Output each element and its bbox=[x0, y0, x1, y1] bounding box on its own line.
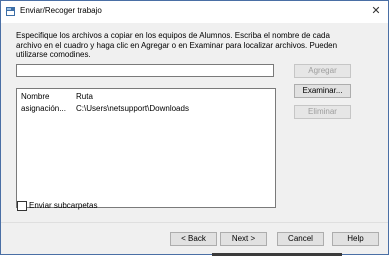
list-item[interactable]: asignación... C:\Users\netsupport\Downlo… bbox=[17, 103, 275, 114]
send-subfolders-checkbox[interactable] bbox=[17, 201, 27, 211]
window-title: Enviar/Recoger trabajo bbox=[20, 6, 102, 15]
next-button[interactable]: Next > bbox=[220, 232, 267, 246]
dialog-content: Especifique los archivos a copiar en los… bbox=[1, 24, 388, 223]
add-button[interactable]: Agregar bbox=[294, 64, 351, 78]
remove-button[interactable]: Eliminar bbox=[294, 105, 351, 119]
instructions-text: Especifique los archivos a copiar en los… bbox=[16, 31, 338, 59]
column-header-name[interactable]: Nombre bbox=[21, 92, 49, 101]
back-button[interactable]: < Back bbox=[170, 232, 217, 246]
close-icon[interactable]: ✕ bbox=[370, 6, 382, 18]
cancel-button[interactable]: Cancel bbox=[277, 232, 324, 246]
browse-button[interactable]: Examinar... bbox=[294, 84, 351, 98]
list-item-path: C:\Users\netsupport\Downloads bbox=[76, 104, 189, 113]
title-bar[interactable]: Enviar/Recoger trabajo ✕ bbox=[1, 1, 388, 24]
send-subfolders-label: Enviar subcarpetas bbox=[29, 201, 98, 210]
list-item-name: asignación... bbox=[21, 104, 66, 113]
list-header: Nombre Ruta bbox=[17, 89, 275, 102]
wizard-footer: < Back Next > Cancel Help bbox=[1, 222, 388, 254]
column-header-path[interactable]: Ruta bbox=[76, 92, 93, 101]
wizard-dialog: Enviar/Recoger trabajo ✕ Especifique los… bbox=[0, 0, 389, 255]
app-icon bbox=[6, 7, 15, 16]
help-button[interactable]: Help bbox=[332, 232, 379, 246]
file-list[interactable]: Nombre Ruta asignación... C:\Users\netsu… bbox=[16, 88, 276, 208]
filename-input[interactable] bbox=[16, 64, 274, 77]
